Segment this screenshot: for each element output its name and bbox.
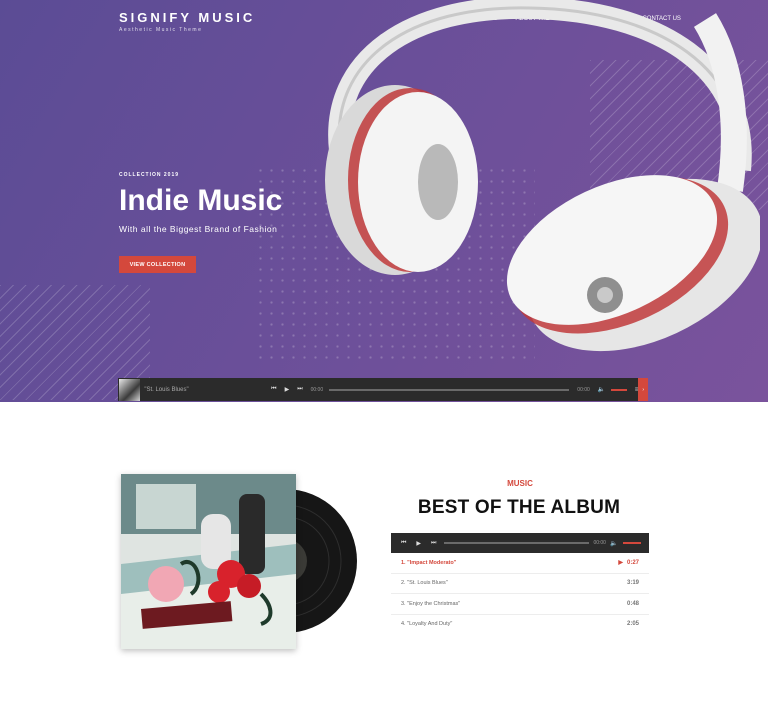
site-logo[interactable]: SIGNIFY MUSIC Aesthetic Music Theme — [119, 10, 255, 33]
volume-slider[interactable] — [623, 542, 642, 544]
brand-tagline: Aesthetic Music Theme — [119, 27, 203, 33]
playlist-item[interactable]: 1. "Impact Moderato" ▶ 0:27 — [391, 553, 649, 574]
hero-eyebrow: COLLECTION 2019 — [119, 172, 180, 178]
progress-track[interactable] — [329, 388, 570, 391]
track-title: 1. "Impact Moderato" — [401, 559, 457, 566]
current-track-title: "St. Louis Blues" — [144, 386, 189, 393]
prev-icon[interactable]: ⏮ — [271, 386, 276, 393]
view-collection-button[interactable]: VIEW COLLECTION — [119, 256, 196, 273]
next-icon[interactable]: ⏭ — [297, 386, 302, 393]
track-title: 2. "St. Louis Blues" — [401, 580, 448, 587]
volume-slider[interactable] — [611, 388, 627, 391]
time-current: 00:00 — [593, 540, 606, 546]
time-total: 00:00 — [577, 386, 590, 393]
hero-audio-player: "St. Louis Blues" ⏮ ▶ ⏭ 00:00 00:00 🔈 ≡ … — [118, 378, 648, 401]
play-icon[interactable]: ▶ — [285, 386, 290, 393]
prev-icon[interactable]: ⏮ — [401, 540, 406, 547]
album-playlist: 1. "Impact Moderato" ▶ 0:27 2. "St. Louis… — [391, 553, 649, 634]
album-section-title: BEST OF THE ALBUM — [417, 497, 621, 518]
track-duration: 3:19 — [626, 580, 639, 587]
album-audio-player: ⏮ ▶ ⏭ 00:00 🔈 — [391, 533, 649, 553]
next-icon[interactable]: ⏭ — [431, 540, 436, 547]
track-thumbnail — [119, 378, 141, 401]
track-title: 3. "Enjoy the Christmas" — [401, 600, 461, 607]
progress-track[interactable] — [444, 542, 590, 544]
track-title: 4. "Loyalty And Duty" — [401, 621, 453, 628]
play-icon[interactable]: ▶ — [416, 540, 421, 547]
track-duration: 2:05 — [626, 621, 639, 628]
headphones-image — [325, 0, 760, 352]
hero-section: SIGNIFY MUSIC Aesthetic Music Theme HOME… — [0, 0, 768, 402]
playlist-item[interactable]: 3. "Enjoy the Christmas" 0:48 — [391, 594, 649, 615]
track-duration: 0:27 — [626, 560, 639, 567]
playlist-item[interactable]: 2. "St. Louis Blues" 3:19 — [391, 574, 649, 594]
playlist-item[interactable]: 4. "Loyalty And Duty" 2:05 — [391, 615, 649, 635]
playlist-toggle-button[interactable]: › — [638, 378, 648, 401]
time-current: 00:00 — [310, 386, 324, 393]
volume-icon[interactable]: 🔈 — [598, 386, 605, 393]
hero-headline: Indie Music — [119, 184, 283, 217]
play-icon: ▶ — [618, 560, 623, 567]
album-cover-image — [121, 474, 296, 649]
track-duration: 0:48 — [626, 600, 639, 607]
section-eyebrow: MUSIC — [507, 479, 533, 488]
brand-name: SIGNIFY MUSIC — [119, 10, 256, 25]
volume-icon[interactable]: 🔈 — [610, 540, 617, 547]
hero-subline: With all the Biggest Brand of Fashion — [119, 224, 278, 234]
hero-text: COLLECTION 2019 Indie Music With all the… — [119, 172, 282, 234]
